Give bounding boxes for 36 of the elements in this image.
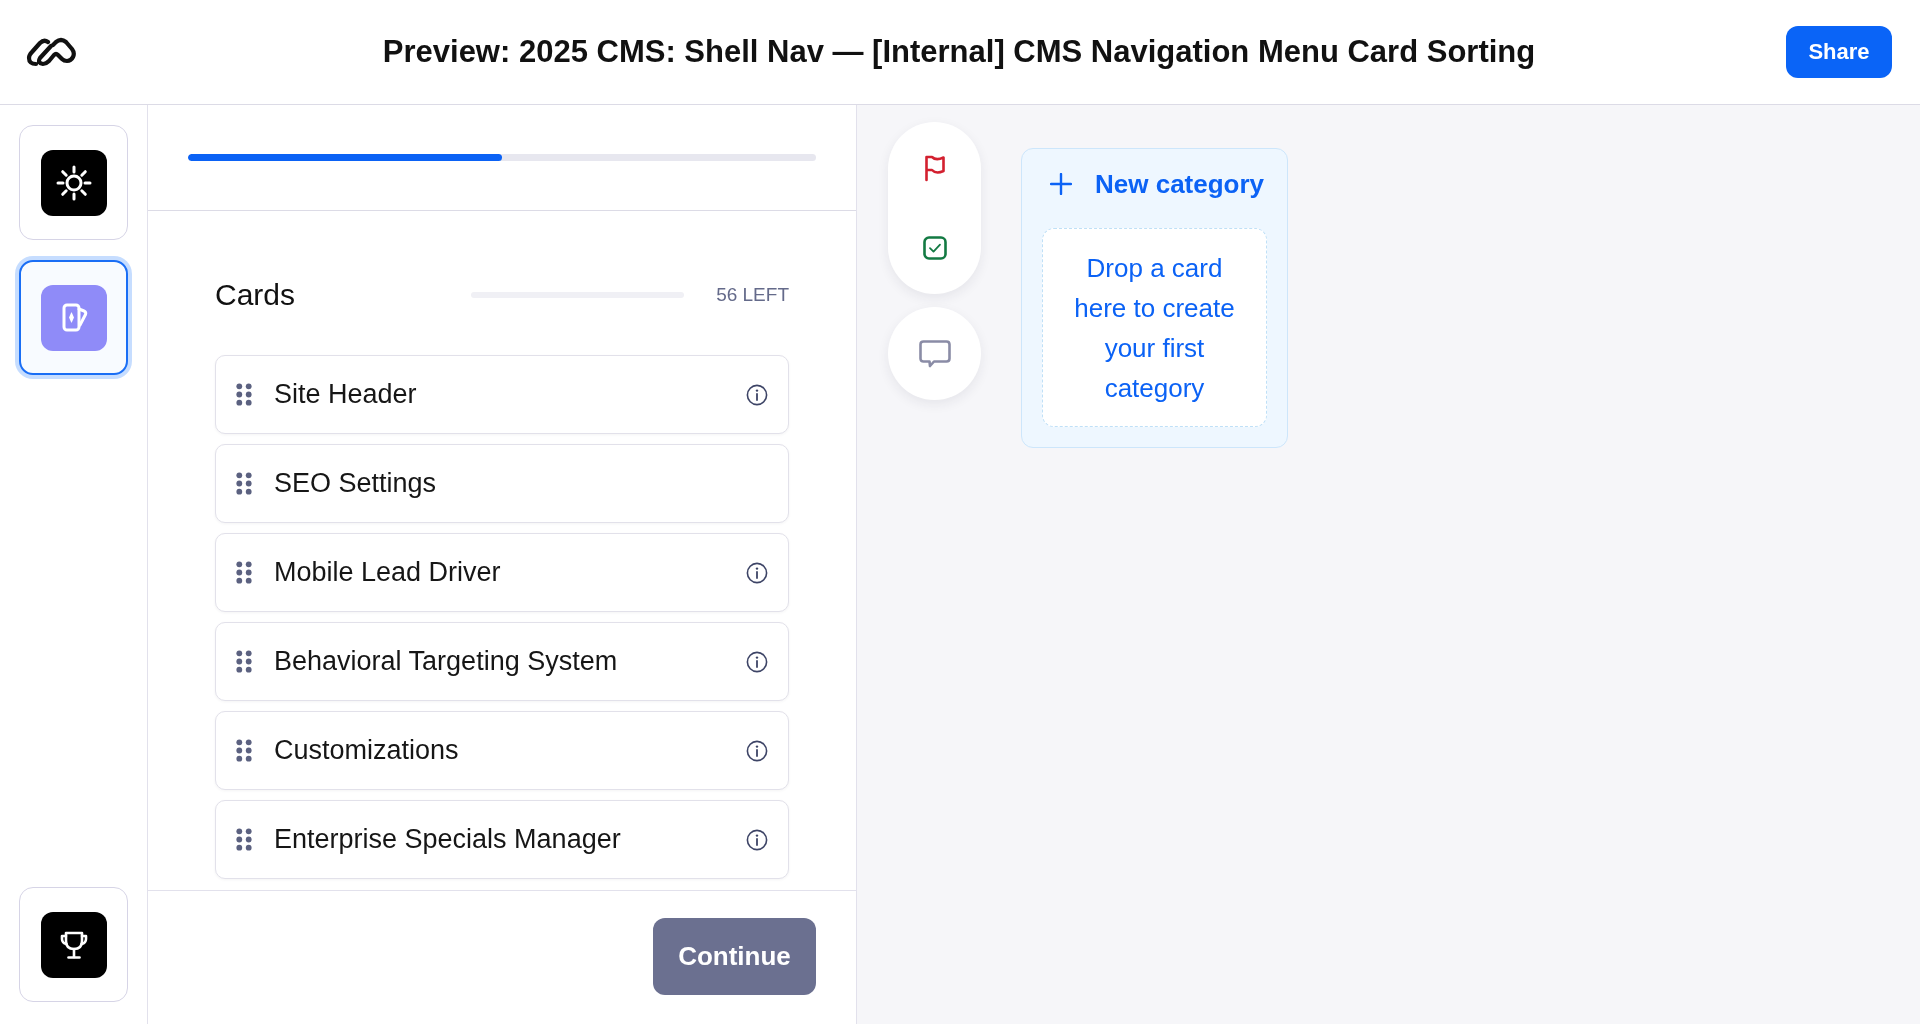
- cards-heading: Cards: [215, 278, 297, 312]
- share-button[interactable]: Share: [1786, 26, 1892, 78]
- card-label: Customizations: [274, 735, 460, 766]
- info-icon[interactable]: [746, 739, 768, 762]
- sort-card[interactable]: Site Header: [215, 355, 789, 434]
- info-icon[interactable]: [746, 828, 768, 851]
- sort-card[interactable]: Customizations: [215, 711, 789, 790]
- card-label: SEO Settings: [274, 468, 438, 499]
- sun-icon: [40, 149, 107, 216]
- card-icon: [40, 284, 107, 351]
- card-label: Enterprise Specials Manager: [274, 824, 622, 855]
- sort-card[interactable]: Mobile Lead Driver: [215, 533, 789, 612]
- sort-card[interactable]: Enterprise Specials Manager: [215, 800, 789, 879]
- cards-left-count: 56 LEFT: [716, 284, 789, 306]
- card-label: Behavioral Targeting System: [274, 646, 619, 677]
- sort-card[interactable]: SEO Settings: [215, 444, 789, 523]
- card-label: Mobile Lead Driver: [274, 557, 502, 588]
- drag-handle-icon[interactable]: [236, 561, 252, 584]
- drag-handle-icon[interactable]: [236, 739, 252, 762]
- info-icon[interactable]: [746, 383, 768, 406]
- new-category-button[interactable]: New category: [1042, 164, 1267, 204]
- drop-zone: Drop a card here to create your first category: [1042, 228, 1267, 427]
- page-title: Preview: 2025 CMS: Shell Nav — [Internal] CMS Navigation Menu Card Sorting: [382, 34, 1536, 70]
- drag-handle-icon[interactable]: [236, 472, 252, 495]
- info-icon[interactable]: [746, 650, 768, 673]
- drag-handle-icon[interactable]: [236, 828, 252, 851]
- drag-handle-icon[interactable]: [236, 383, 252, 406]
- checkbox-icon[interactable]: [922, 236, 947, 260]
- plus-icon: [1050, 173, 1072, 195]
- trophy-icon: [40, 911, 107, 978]
- sort-card[interactable]: Behavioral Targeting System: [215, 622, 789, 701]
- comment-icon: [917, 338, 952, 369]
- drag-handle-icon[interactable]: [236, 650, 252, 673]
- flag-icon[interactable]: [922, 154, 947, 182]
- info-icon[interactable]: [746, 561, 768, 584]
- card-label: Site Header: [274, 379, 418, 410]
